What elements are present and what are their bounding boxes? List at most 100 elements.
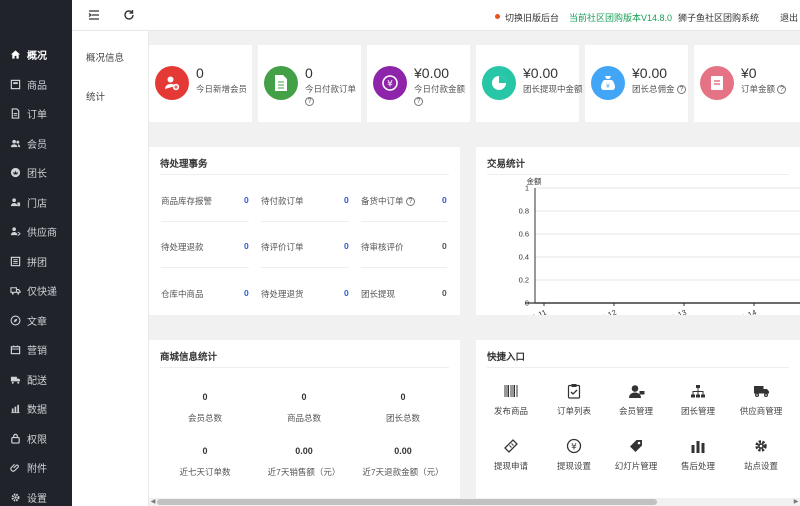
todo-item-value[interactable]: 0 — [442, 288, 447, 298]
help-icon[interactable]: ? — [676, 85, 686, 95]
quick-entry-clipboard-check[interactable]: 订单列表 — [543, 382, 605, 417]
org-chart-icon — [667, 382, 729, 400]
todo-item-value[interactable]: 0 — [344, 288, 349, 298]
x-tick-label: 11-11 — [528, 308, 548, 315]
subnav-statistics[interactable]: 统计 — [86, 89, 105, 103]
stat-card: ¥0 订单金额 ? — [694, 45, 800, 122]
stat-icon — [155, 66, 189, 100]
member-icon — [9, 137, 22, 150]
todo-item-value[interactable]: 0 — [244, 288, 249, 298]
article-icon — [9, 314, 22, 327]
todo-item-value[interactable]: 0 — [442, 195, 447, 205]
todo-item-label[interactable]: 团长提现 — [361, 288, 395, 300]
mall-title: 商城信息统计 — [160, 352, 218, 363]
switch-old-admin-link[interactable]: 切换旧版后台 — [505, 11, 559, 24]
todo-item-label[interactable]: 待审核评价 — [361, 241, 404, 253]
sidebar-item-group-buy[interactable]: 拼团 — [0, 247, 72, 277]
todo-item-label[interactable]: 仓库中商品 — [161, 288, 204, 300]
sidebar-item-delivery[interactable]: 配送 — [0, 365, 72, 395]
todo-item-value[interactable]: 0 — [344, 241, 349, 251]
todo-item-value[interactable]: 0 — [442, 241, 447, 251]
y-tick-label: 1 — [525, 184, 529, 193]
quick-entry-barcode[interactable]: 发布商品 — [480, 382, 542, 417]
todo-item-label[interactable]: 待付款订单 — [261, 195, 304, 207]
y-tick-label: 0.8 — [519, 207, 529, 216]
horizontal-scrollbar[interactable]: ◀ ▶ — [149, 498, 800, 506]
sidebar-item-label: 订单 — [27, 110, 47, 122]
quick-entry-label: 供应商管理 — [739, 406, 783, 416]
todo-title: 待处理事务 — [160, 159, 208, 170]
sidebar-item-express[interactable]: 仅快递 — [0, 276, 72, 306]
sidebar-item-home[interactable]: 概况 — [0, 40, 72, 70]
scroll-right-icon[interactable]: ▶ — [792, 498, 800, 506]
sidebar-item-label: 拼团 — [27, 257, 47, 269]
quick-entry-bar-chart[interactable]: 售后处理 — [667, 437, 729, 472]
sidebar-item-permission[interactable]: 权限 — [0, 424, 72, 454]
scroll-thumb[interactable] — [157, 499, 657, 505]
stat-card: 0 今日新增会员 — [149, 45, 252, 122]
stat-value: 0 — [305, 65, 313, 81]
todo-item-label[interactable]: 待评价订单 — [261, 241, 304, 253]
sidebar-item-label: 商品 — [27, 80, 47, 92]
mall-stat-label: 团长总数 — [385, 413, 420, 423]
sidebar-item-label: 营销 — [27, 346, 47, 358]
stat-label: 今日新增会员 — [196, 83, 256, 95]
todo-item-label[interactable]: 待处理退货 — [261, 288, 304, 300]
quick-entry-tag[interactable]: 幻灯片管理 — [605, 437, 667, 472]
sidebar-item-label: 团长 — [27, 169, 47, 181]
stat-icon — [700, 66, 734, 100]
sidebar-item-marketing[interactable]: 营销 — [0, 335, 72, 365]
quick-entry-label: 会员管理 — [618, 406, 653, 416]
todo-item-text: 商品库存报警 — [161, 196, 213, 206]
mall-stat-label: 商品总数 — [286, 413, 321, 423]
subnav-overview-info[interactable]: 概况信息 — [86, 50, 124, 64]
scroll-left-icon[interactable]: ◀ — [149, 498, 157, 506]
sidebar-item-label: 设置 — [27, 493, 47, 505]
mall-stat-value: 0.00 — [295, 446, 313, 456]
divider — [361, 221, 447, 222]
quick-entry-user-card[interactable]: 会员管理 — [605, 382, 667, 417]
logout-link[interactable]: 退出 — [780, 11, 798, 24]
attachment-icon — [9, 461, 22, 474]
quick-entry-truck[interactable]: 供应商管理 — [730, 382, 792, 417]
todo-item-label[interactable]: 备货中订单 ? — [361, 195, 415, 207]
user-card-icon — [605, 382, 667, 400]
mall-stat-value: 0.00 — [394, 446, 412, 456]
express-icon — [9, 284, 22, 297]
divider — [160, 367, 449, 368]
sidebar-item-member[interactable]: 会员 — [0, 129, 72, 159]
todo-item-value[interactable]: 0 — [344, 195, 349, 205]
delivery-icon — [9, 373, 22, 386]
quick-entry-gear[interactable]: 站点设置 — [730, 437, 792, 472]
help-icon[interactable]: ? — [405, 197, 415, 207]
todo-item-value[interactable]: 0 — [244, 195, 249, 205]
sidebar-item-supplier[interactable]: 供应商 — [0, 217, 72, 247]
mall-stat-value: 0 — [301, 392, 307, 402]
y-tick-label: 0.6 — [519, 230, 529, 239]
help-icon[interactable]: ? — [777, 85, 787, 95]
help-icon[interactable]: ? — [305, 97, 314, 107]
sidebar-item-article[interactable]: 文章 — [0, 306, 72, 336]
leader-icon — [9, 166, 22, 179]
quick-entry-ticket[interactable]: 提现申请 — [480, 437, 542, 472]
sidebar-item-store[interactable]: 门店 — [0, 188, 72, 218]
todo-item-label[interactable]: 商品库存报警 — [161, 195, 212, 207]
todo-item-label[interactable]: 待处理退款 — [161, 241, 204, 253]
refresh-icon[interactable] — [123, 9, 135, 24]
gear-icon — [730, 437, 792, 455]
sidebar-item-order[interactable]: 订单 — [0, 99, 72, 129]
sidebar-item-attachment[interactable]: 附件 — [0, 453, 72, 483]
quick-entry-org-chart[interactable]: 团长管理 — [667, 382, 729, 417]
todo-item-value[interactable]: 0 — [244, 241, 249, 251]
sidebar-item-data[interactable]: 数据 — [0, 394, 72, 424]
help-icon[interactable]: ? — [414, 97, 423, 107]
todo-item-text: 仓库中商品 — [161, 289, 204, 299]
divider — [361, 267, 447, 268]
sidebar-item-goods[interactable]: 商品 — [0, 70, 72, 100]
menu-fold-icon[interactable] — [88, 9, 100, 24]
sidebar-item-settings[interactable]: 设置 — [0, 483, 72, 506]
home-icon — [9, 48, 22, 61]
quick-entry-yen-coin[interactable]: ¥ 提现设置 — [543, 437, 605, 472]
stat-label: 团长总佣金 ? — [632, 83, 692, 95]
sidebar-item-leader[interactable]: 团长 — [0, 158, 72, 188]
